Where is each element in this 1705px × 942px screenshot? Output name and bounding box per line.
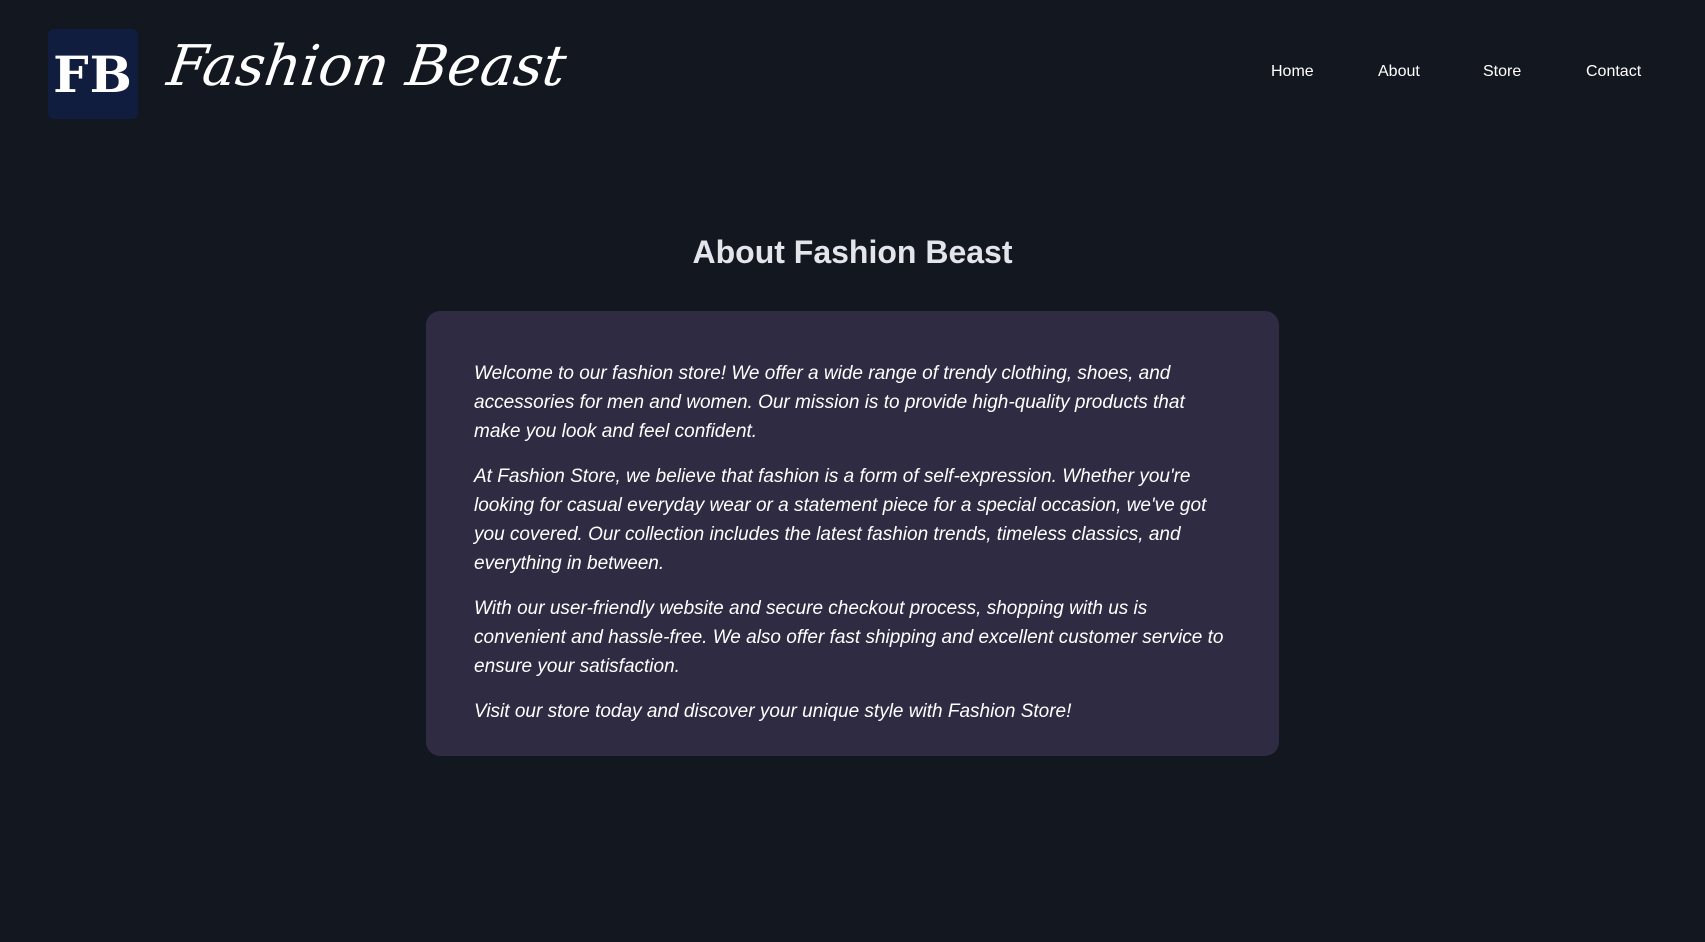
about-paragraph: At Fashion Store, we believe that fashio… bbox=[474, 466, 1207, 574]
about-card: Welcome to our fashion store! We offer a… bbox=[426, 311, 1279, 756]
about-paragraph: Visit our store today and discover your … bbox=[474, 701, 1072, 722]
main-nav: Home About Store Contact bbox=[0, 63, 1705, 85]
nav-link-home[interactable]: Home bbox=[1271, 63, 1314, 81]
site-header: FB Fashion Beast Home About Store Contac… bbox=[0, 0, 1705, 150]
about-paragraph: With our user-friendly website and secur… bbox=[474, 598, 1224, 677]
nav-link-about[interactable]: About bbox=[1378, 63, 1420, 81]
nav-link-store[interactable]: Store bbox=[1483, 63, 1521, 81]
about-paragraph: Welcome to our fashion store! We offer a… bbox=[474, 363, 1185, 442]
page-title: About Fashion Beast bbox=[692, 234, 1013, 270]
nav-link-contact[interactable]: Contact bbox=[1586, 63, 1641, 81]
